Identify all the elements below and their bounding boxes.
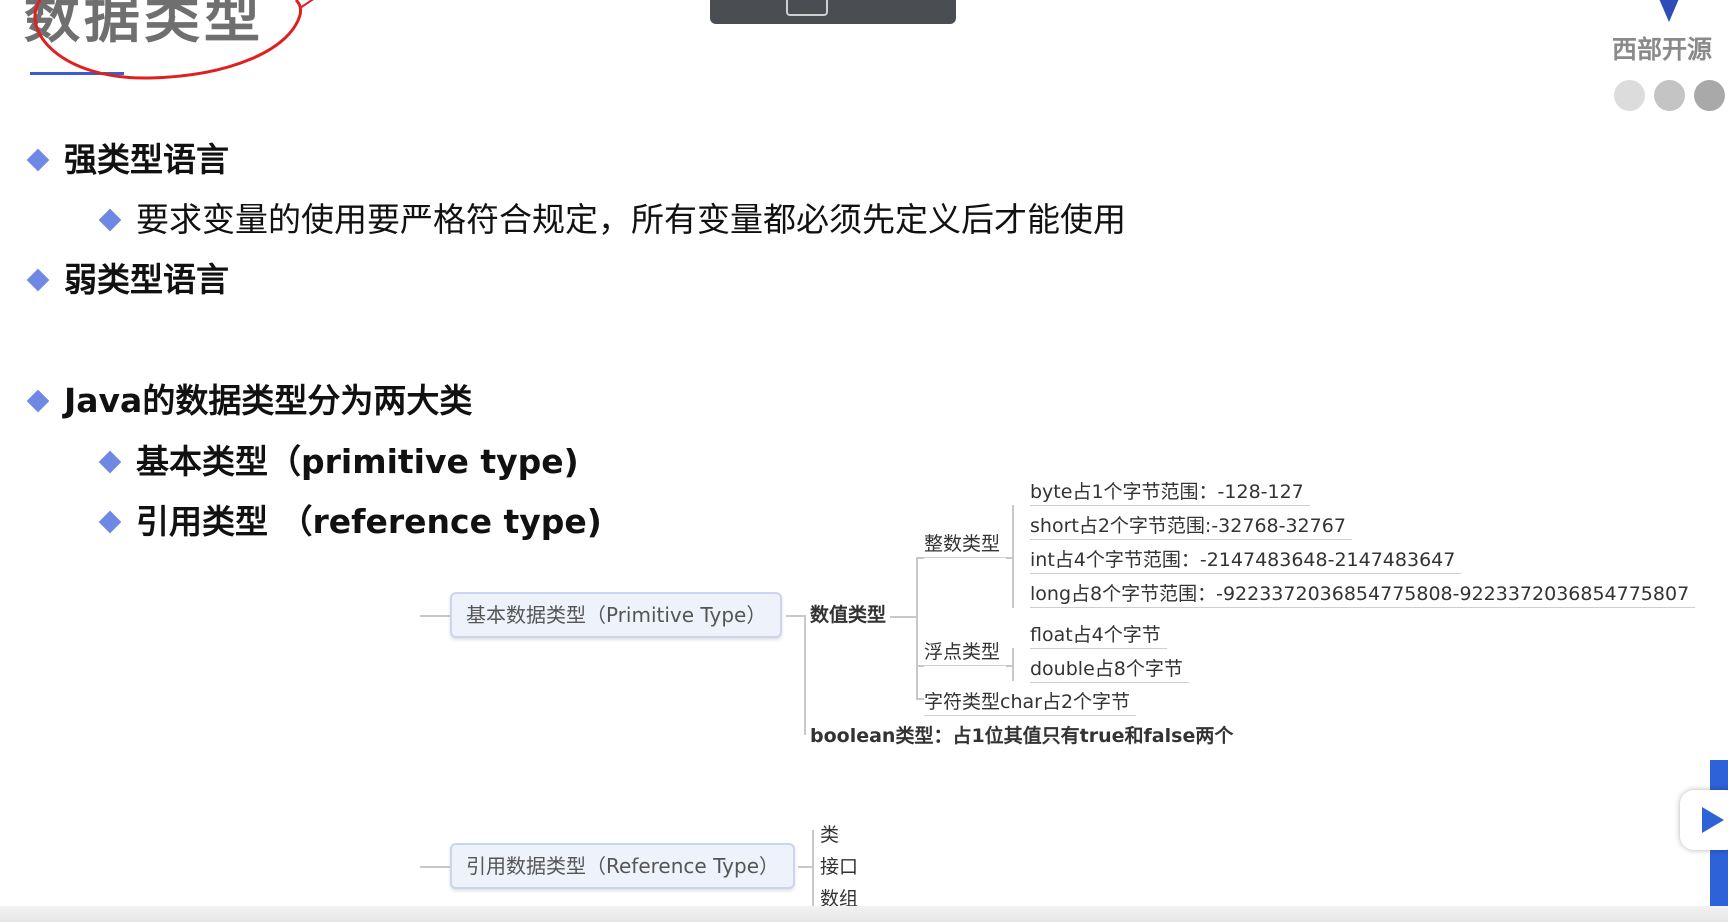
bullet-primitive-type: 基本类型（primitive type) [136,442,579,481]
boolean-node: boolean类型：占1位其值只有true和false两个 [810,725,1234,747]
diamond-bullet-icon [26,268,50,292]
diamond-bullet-icon [98,208,122,232]
top-hint-tab [710,0,956,24]
interface-node: 接口 [820,856,859,878]
class-node: 类 [820,824,840,846]
connector [420,615,450,617]
bottom-strip [0,906,1728,922]
byte-node: byte占1个字节范围：-128-127 [1030,479,1310,506]
bullet-weak-typed: 弱类型语言 [64,260,229,299]
connector [916,665,924,667]
diamond-bullet-icon [98,450,122,474]
integer-type-node: 整数类型 [924,531,1007,558]
int-node: int占4个字节范围：-2147483648-2147483647 [1030,547,1462,574]
diamond-bullet-icon [26,389,50,413]
numeric-type-node: 数值类型 [810,604,887,626]
connector [786,615,806,617]
bullet-reference-type: 引用类型 （reference type) [136,502,602,541]
connector [1006,665,1014,667]
connector [916,557,924,559]
bullet-strong-typed: 强类型语言 [64,140,229,179]
connector [812,830,814,908]
logo-mark-icon [1657,0,1681,22]
reference-root-node: 引用数据类型（Reference Type） [450,843,796,889]
logo-text: 西部开源 [1612,35,1713,64]
float-node: float占4个字节 [1030,622,1167,649]
red-circle-annotation [33,0,314,80]
connector [890,616,918,618]
connector [804,615,806,735]
connector [1006,557,1014,559]
short-node: short占2个字节范围:-32768-32767 [1030,513,1352,540]
bullet-strong-typed-desc: 要求变量的使用要严格符合规定，所有变量都必须先定义后才能使用 [136,200,1126,239]
diamond-bullet-icon [98,510,122,534]
char-node: 字符类型char占2个字节 [924,689,1137,716]
progress-dot-3 [1694,80,1725,111]
connector [420,866,450,868]
long-node: long占8个字节范围：-9223372036854775808-9223372… [1030,581,1696,608]
key-icon [786,0,828,16]
primitive-root-node: 基本数据类型（Primitive Type） [450,592,783,638]
diamond-bullet-icon [26,148,50,172]
play-icon [1702,807,1724,833]
logo: 西部开源 [1612,0,1722,70]
play-button[interactable] [1680,790,1728,850]
double-node: double占8个字节 [1030,656,1189,683]
progress-dot-1 [1614,80,1645,111]
connector [916,557,918,700]
float-group-node: 浮点类型 [924,639,1007,666]
bullet-java-types: Java的数据类型分为两大类 [64,381,473,420]
progress-dot-2 [1654,80,1685,111]
connector [916,698,924,700]
